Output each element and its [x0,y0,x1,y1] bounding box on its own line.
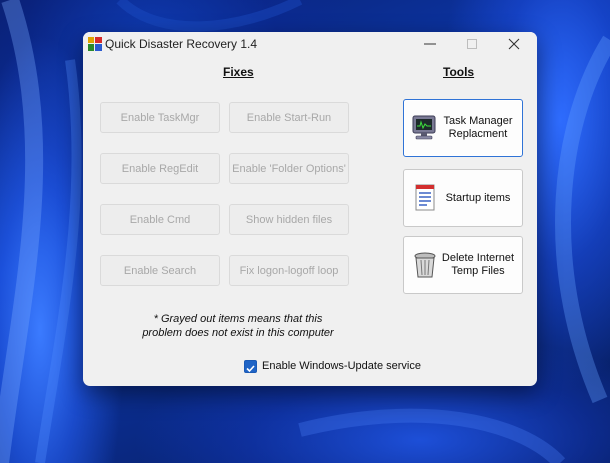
minimize-button[interactable] [410,32,452,56]
close-icon [508,38,520,50]
window-title: Quick Disaster Recovery 1.4 [105,37,258,51]
fix-logon-logoff-loop-button[interactable]: Fix logon-logoff loop [229,255,349,286]
document-list-icon [415,184,435,211]
checkmark-icon [246,365,255,373]
delete-internet-temp-files-label: Delete Internet Temp Files [441,252,515,277]
enable-search-button[interactable]: Enable Search [100,255,220,286]
startup-items-label: Startup items [445,191,511,204]
enable-start-run-button[interactable]: Enable Start-Run [229,102,349,133]
grayed-out-note: * Grayed out items means that this probl… [138,312,338,340]
title-bar[interactable]: Quick Disaster Recovery 1.4 [83,32,537,56]
enable-regedit-button[interactable]: Enable RegEdit [100,153,220,184]
note-line-1: * Grayed out items means that this [153,313,323,325]
monitor-icon [412,115,436,140]
close-button[interactable] [494,32,536,56]
startup-items-button[interactable]: Startup items [403,169,523,227]
minimize-icon [424,43,436,45]
enable-folder-options-button[interactable]: Enable 'Folder Options' [229,153,349,184]
maximize-button[interactable] [452,32,494,56]
show-hidden-files-button[interactable]: Show hidden files [229,204,349,235]
enable-taskmgr-button[interactable]: Enable TaskMgr [100,102,220,133]
app-window: Quick Disaster Recovery 1.4 Fixes Tools … [83,32,537,386]
fixes-heading: Fixes [223,65,254,79]
maximize-icon [467,39,477,49]
task-manager-replacement-label: Task Manager Replacment [443,115,513,140]
task-manager-replacement-button[interactable]: Task Manager Replacment [403,99,523,157]
enable-cmd-button[interactable]: Enable Cmd [100,204,220,235]
note-line-2: problem does not exist in this computer [142,327,334,339]
trash-can-icon [414,252,436,278]
windows-update-checkbox[interactable] [244,360,257,373]
app-icon [88,37,102,51]
windows-update-label[interactable]: Enable Windows-Update service [262,360,421,372]
delete-internet-temp-files-button[interactable]: Delete Internet Temp Files [403,236,523,294]
tools-heading: Tools [443,65,475,79]
